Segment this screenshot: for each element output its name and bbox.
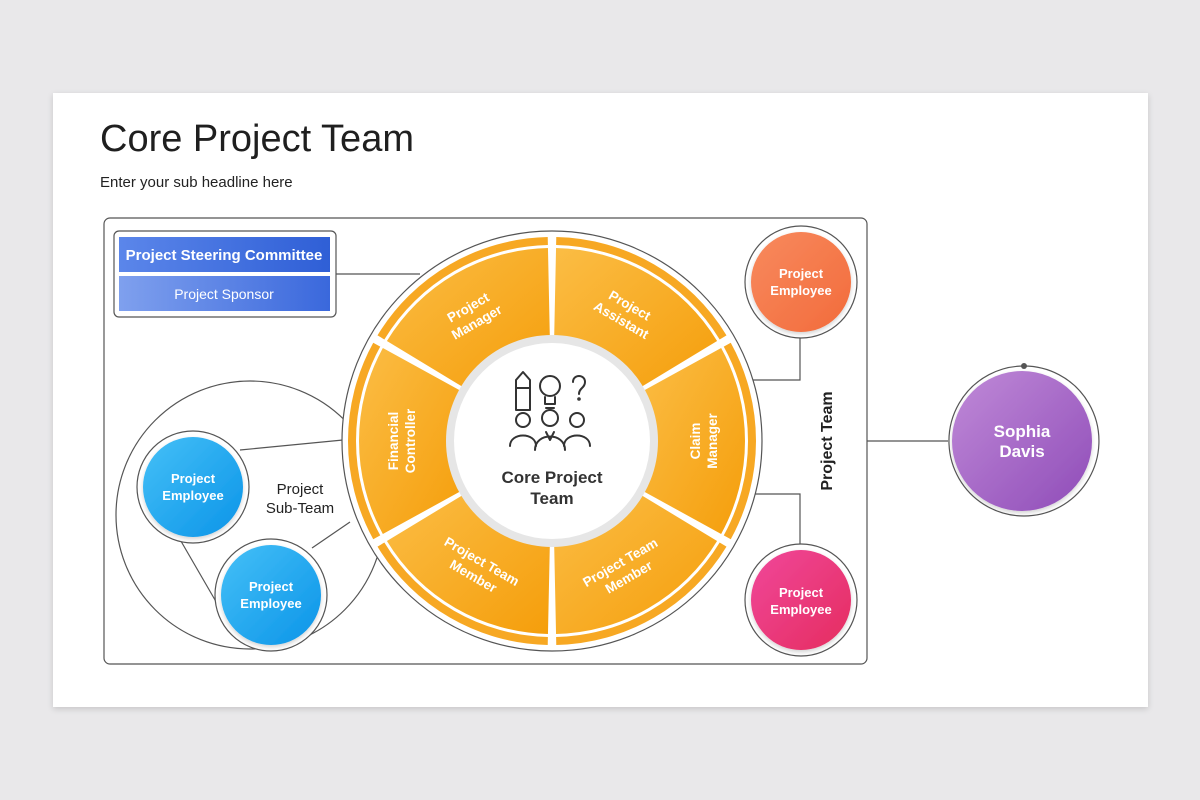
sub-team-employee-1-line2: Employee	[162, 488, 223, 503]
svg-text:Claim: Claim	[688, 423, 703, 460]
top-employee-connector	[752, 336, 801, 381]
top-employee-line2: Employee	[770, 283, 831, 298]
sub-team-employee-1	[136, 430, 250, 544]
committee-header: Project Steering Committee	[126, 247, 323, 264]
sub-team-employee-2-line1: Project	[249, 579, 294, 594]
wheel-center	[446, 335, 658, 547]
bottom-project-employee	[744, 543, 858, 657]
team-diagram: Project Steering Committee Project Spons…	[103, 217, 1100, 665]
project-team-vertical-label: Project Team	[819, 391, 836, 490]
bottom-employee-line1: Project	[779, 585, 824, 600]
sub-team-label-line1: Project	[277, 481, 325, 498]
center-label-line2: Team	[530, 489, 573, 508]
svg-text:Financial: Financial	[386, 412, 401, 471]
svg-text:Controller: Controller	[403, 408, 418, 473]
steering-committee-box	[113, 230, 337, 318]
person-last-name: Davis	[999, 442, 1044, 461]
bottom-employee-connector	[752, 493, 801, 546]
svg-text:Manager: Manager	[705, 413, 720, 469]
committee-sponsor: Project Sponsor	[174, 286, 274, 302]
center-label-line1: Core Project	[501, 468, 602, 487]
sub-team-employee-1-line1: Project	[171, 471, 216, 486]
bottom-employee-line2: Employee	[770, 602, 831, 617]
top-employee-line1: Project	[779, 266, 824, 281]
sub-team-label-line2: Sub-Team	[266, 500, 334, 517]
sub-team-employee-2	[214, 538, 328, 652]
person-first-name: Sophia	[994, 422, 1051, 441]
top-project-employee	[744, 225, 858, 339]
sub-team-employee-2-line2: Employee	[240, 596, 301, 611]
